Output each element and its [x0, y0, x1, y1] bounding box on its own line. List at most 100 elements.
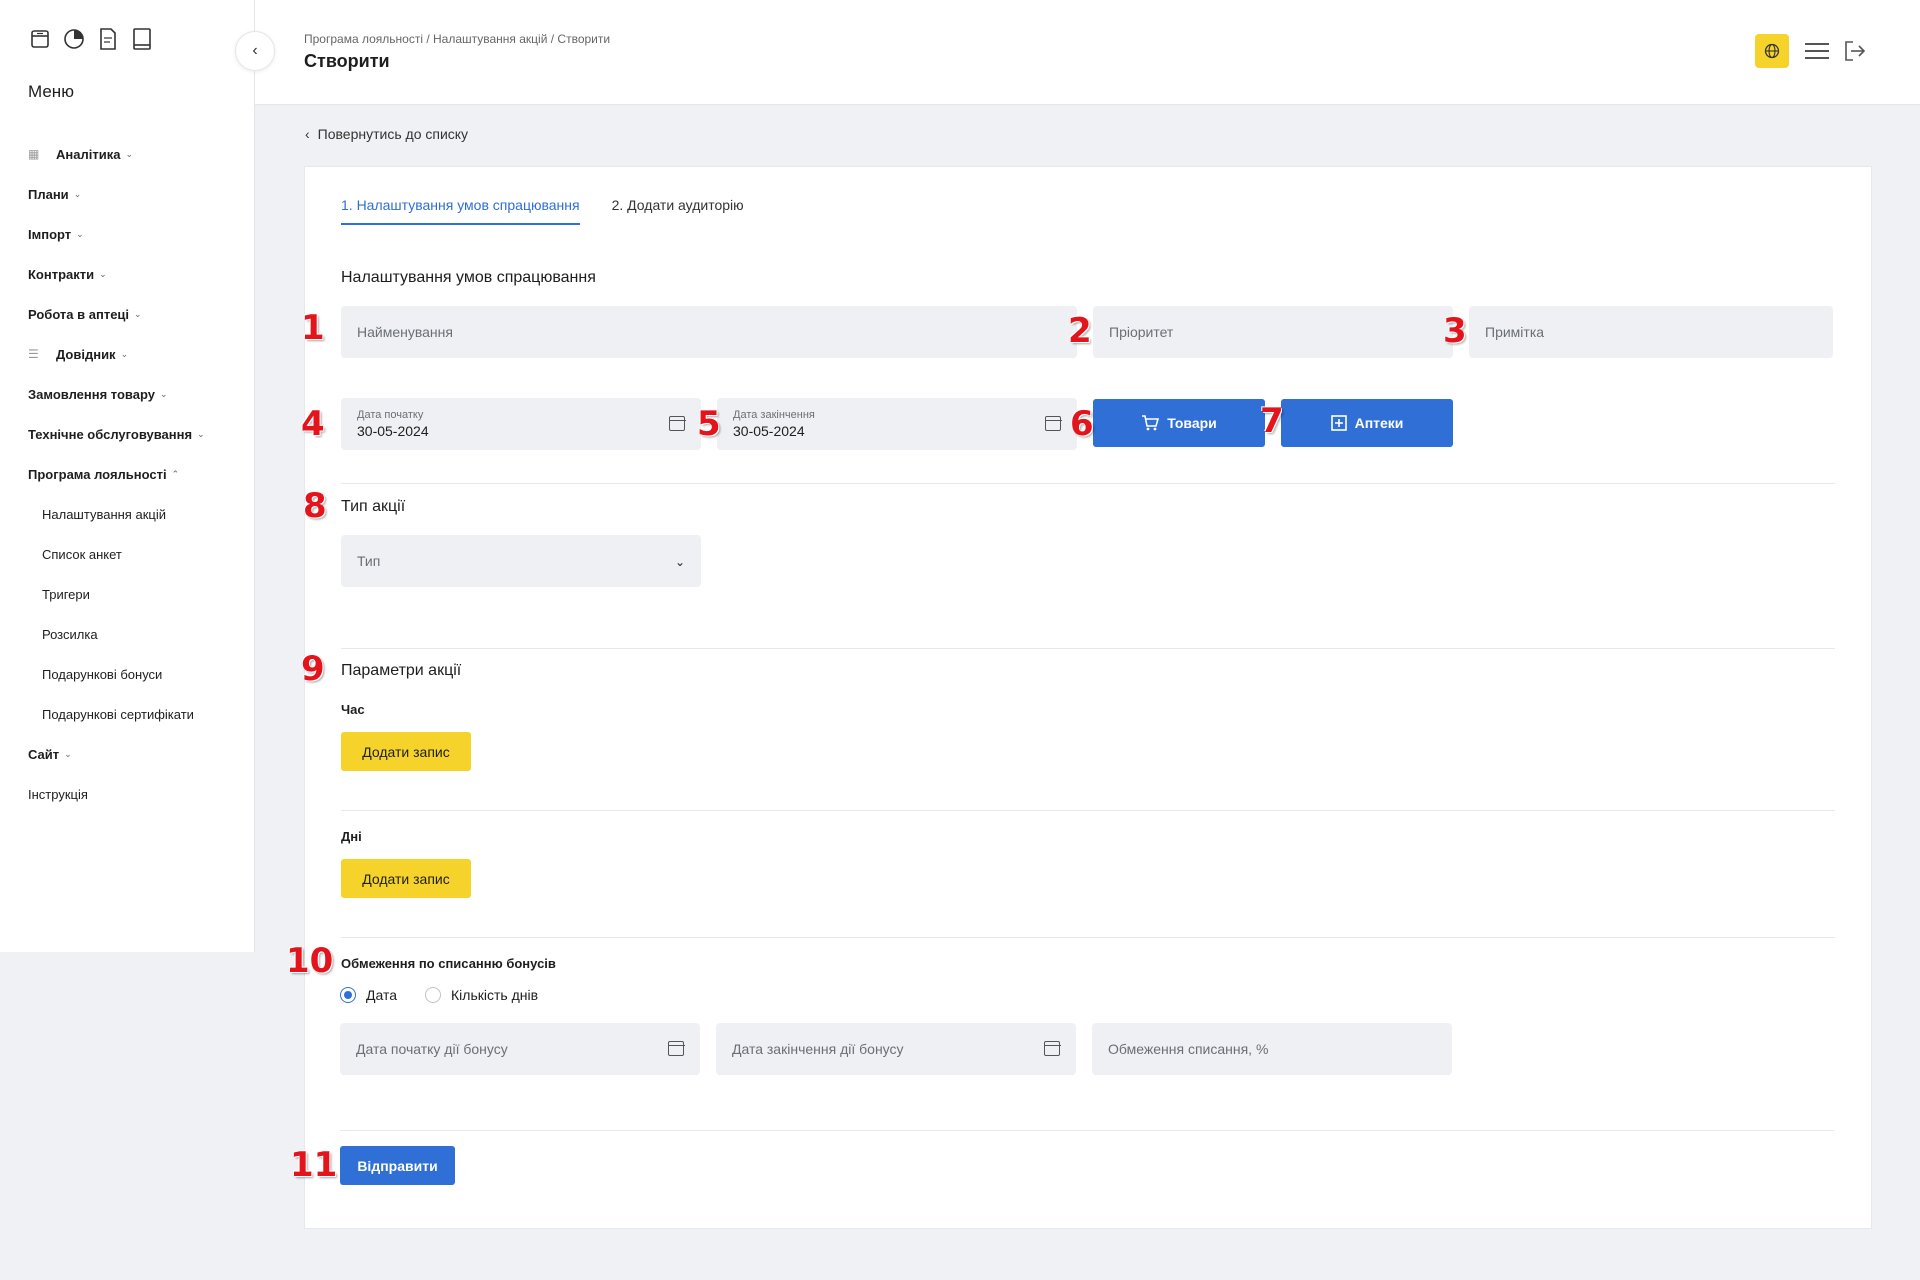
chevron-down-icon: ⌄ — [160, 388, 168, 399]
bonus-start-date-input[interactable]: Дата початку дії бонусу — [340, 1023, 700, 1075]
header: Програма лояльності / Налаштування акцій… — [255, 0, 1920, 105]
logout-icon — [1845, 41, 1866, 61]
annotation-2: 2 — [1068, 311, 1092, 351]
bonus-start-date-placeholder: Дата початку дії бонусу — [356, 1041, 508, 1057]
add-time-record-button[interactable]: Додати запис — [341, 732, 471, 771]
book-icon[interactable] — [130, 26, 154, 52]
chevron-down-icon: ⌄ — [134, 308, 142, 319]
annotation-10: 10 — [286, 941, 334, 981]
back-to-list-link[interactable]: ‹ Повернутись до списку — [305, 126, 468, 142]
sidebar-top-icons — [28, 26, 154, 52]
sidebar-collapse-button[interactable]: ‹ — [235, 31, 275, 71]
end-date-value: 30-05-2024 — [733, 423, 805, 439]
time-label: Час — [341, 702, 365, 717]
archive-icon[interactable] — [28, 26, 52, 52]
annotation-1: 1 — [301, 308, 325, 348]
chevron-down-icon: ⌄ — [125, 148, 133, 159]
sidebar-item-label: Контракти — [28, 266, 95, 282]
calendar-icon[interactable] — [668, 416, 686, 431]
sidebar-item-pharmacy-work[interactable]: Робота в аптеці ⌄ — [28, 294, 243, 334]
sidebar-item-label: Замовлення товару — [28, 386, 155, 402]
sidebar-item-label: Технічне обслуговування — [28, 426, 193, 442]
calendar-icon[interactable] — [1043, 1041, 1061, 1056]
sidebar-item-instructions[interactable]: Інструкція — [28, 774, 243, 814]
radio-date[interactable] — [340, 987, 356, 1003]
start-date-field[interactable]: Дата початку 30-05-2024 — [341, 398, 701, 450]
back-link-label: Повернутись до списку — [317, 126, 469, 142]
language-button[interactable] — [1755, 34, 1789, 68]
divider — [341, 810, 1835, 811]
note-input[interactable]: Примітка — [1469, 306, 1833, 358]
bonus-end-date-placeholder: Дата закінчення дії бонусу — [732, 1041, 904, 1057]
name-input[interactable]: Найменування — [341, 306, 1077, 358]
chevron-left-icon: ‹ — [305, 126, 310, 142]
sidebar-item-label: Сайт — [28, 746, 60, 762]
section-title-params: Параметри акції — [341, 662, 462, 679]
radio-days-count[interactable] — [425, 987, 442, 1003]
sidebar-item-analytics[interactable]: ▦ Аналітика ⌄ — [28, 134, 243, 174]
sidebar-item-contracts[interactable]: Контракти ⌄ — [28, 254, 243, 294]
submit-button[interactable]: Відправити — [340, 1146, 455, 1185]
sidebar-item-label: Плани — [28, 186, 69, 202]
sidebar-subitem-gift-bonuses[interactable]: Подарункові бонуси — [28, 654, 243, 694]
radio-date-label: Дата — [366, 987, 398, 1003]
sidebar-item-loyalty[interactable]: Програма лояльності ⌃ — [28, 454, 243, 494]
annotation-4: 4 — [301, 404, 325, 444]
section-title-conditions: Налаштування умов спрацювання — [341, 269, 596, 286]
bonus-end-date-input[interactable]: Дата закінчення дії бонусу — [716, 1023, 1076, 1075]
chevron-down-icon: ⌄ — [73, 188, 82, 199]
sidebar-item-orders[interactable]: Замовлення товару ⌄ — [28, 374, 243, 414]
sidebar-item-label: Імпорт — [28, 226, 72, 242]
chevron-down-icon: ⌄ — [64, 748, 72, 759]
bonus-limit-radio-group: Дата Кількість днів — [340, 987, 538, 1003]
calendar-icon[interactable] — [667, 1041, 685, 1056]
sidebar-subitem-mailing[interactable]: Розсилка — [28, 614, 243, 654]
sidebar-item-site[interactable]: Сайт ⌄ — [28, 734, 243, 774]
divider — [340, 1130, 1834, 1131]
annotation-9: 9 — [301, 649, 325, 689]
end-date-field[interactable]: Дата закінчення 30-05-2024 — [717, 398, 1077, 450]
calendar-icon[interactable] — [1044, 416, 1062, 431]
sidebar-item-import[interactable]: Імпорт ⌄ — [28, 214, 243, 254]
logout-button[interactable] — [1843, 38, 1867, 64]
sidebar-subitem-gift-certificates[interactable]: Подарункові сертифікати — [28, 694, 243, 734]
write-off-limit-input[interactable]: Обмеження списання, % — [1092, 1023, 1452, 1075]
hamburger-icon — [1805, 43, 1829, 59]
chevron-down-icon: ⌄ — [120, 348, 129, 359]
annotation-8: 8 — [303, 486, 327, 526]
menu-button[interactable] — [1804, 39, 1830, 63]
divider — [341, 483, 1835, 484]
sidebar-subitem-promo-settings[interactable]: Налаштування акцій — [28, 494, 243, 534]
goods-button[interactable]: Товари — [1093, 399, 1265, 447]
sidebar-item-label: Довідник — [56, 346, 116, 362]
days-label: Дні — [341, 829, 362, 844]
priority-input[interactable]: Пріоритет — [1093, 306, 1453, 358]
promo-type-placeholder: Тип — [357, 553, 381, 569]
sidebar-item-maintenance[interactable]: Технічне обслуговування ⌄ — [28, 414, 243, 454]
pie-chart-icon[interactable] — [62, 26, 86, 52]
section-title-promo-type: Тип акції — [341, 498, 406, 515]
tabs: 1. Налаштування умов спрацювання 2. Дода… — [341, 197, 744, 225]
promo-type-select[interactable]: Тип ⌄ — [341, 535, 701, 587]
sidebar-subitem-surveys[interactable]: Список анкет — [28, 534, 243, 574]
globe-icon — [1764, 43, 1780, 59]
chevron-down-icon: ⌄ — [197, 428, 205, 439]
page-title: Створити — [304, 51, 390, 71]
sidebar-item-plans[interactable]: Плани ⌄ — [28, 174, 243, 214]
breadcrumb: Програма лояльності / Налаштування акцій… — [304, 32, 611, 46]
sidebar: Меню ▦ Аналітика ⌄ Плани ⌄ Імпорт ⌄ Конт… — [0, 0, 255, 952]
document-icon[interactable] — [96, 26, 120, 52]
sidebar-nav: ▦ Аналітика ⌄ Плани ⌄ Імпорт ⌄ Контракти… — [28, 134, 243, 814]
sidebar-item-label: Програма лояльності — [28, 466, 167, 482]
chevron-down-icon: ⌄ — [76, 228, 84, 239]
sidebar-item-reference[interactable]: ☰ Довідник ⌄ — [28, 334, 243, 374]
divider — [341, 937, 1835, 938]
sidebar-subitem-triggers[interactable]: Тригери — [28, 574, 243, 614]
add-days-record-button[interactable]: Додати запис — [341, 859, 471, 898]
tab-trigger-conditions[interactable]: 1. Налаштування умов спрацювання — [341, 197, 580, 225]
pharmacies-button[interactable]: Аптеки — [1281, 399, 1453, 447]
annotation-5: 5 — [697, 404, 721, 444]
pharmacies-button-label: Аптеки — [1354, 415, 1404, 431]
list-icon: ☰ — [28, 347, 39, 361]
tab-add-audience[interactable]: 2. Додати аудиторію — [612, 197, 744, 225]
